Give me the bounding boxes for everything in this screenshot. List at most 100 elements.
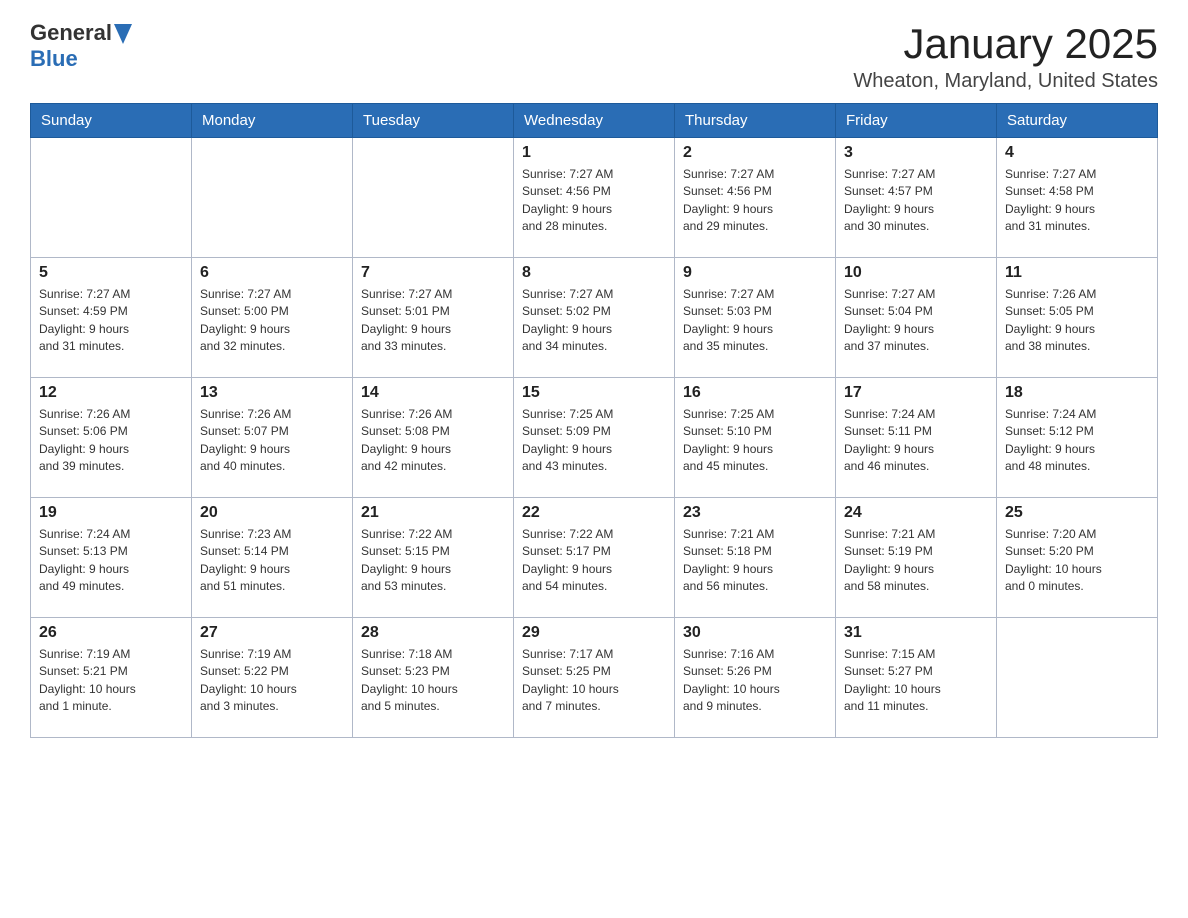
day-number: 5 (39, 264, 183, 282)
day-number: 7 (361, 264, 505, 282)
calendar-cell: 22 Sunrise: 7:22 AMSunset: 5:17 PMDayligh… (514, 498, 675, 618)
day-number: 17 (844, 384, 988, 402)
day-info: Sunrise: 7:23 AMSunset: 5:14 PMDaylight:… (200, 526, 344, 596)
calendar-cell: 29 Sunrise: 7:17 AMSunset: 5:25 PMDayligh… (514, 618, 675, 738)
calendar-cell: 17 Sunrise: 7:24 AMSunset: 5:11 PMDayligh… (836, 378, 997, 498)
day-info: Sunrise: 7:27 AMSunset: 4:56 PMDaylight:… (522, 166, 666, 236)
calendar-table: SundayMondayTuesdayWednesdayThursdayFrid… (30, 103, 1158, 738)
day-number: 11 (1005, 264, 1149, 282)
day-number: 1 (522, 144, 666, 162)
calendar-cell: 19 Sunrise: 7:24 AMSunset: 5:13 PMDayligh… (31, 498, 192, 618)
day-number: 29 (522, 624, 666, 642)
logo: General Blue (30, 20, 132, 72)
day-number: 10 (844, 264, 988, 282)
day-info: Sunrise: 7:20 AMSunset: 5:20 PMDaylight:… (1005, 526, 1149, 596)
calendar-cell: 1 Sunrise: 7:27 AMSunset: 4:56 PMDaylight… (514, 138, 675, 258)
day-number: 28 (361, 624, 505, 642)
calendar-cell: 28 Sunrise: 7:18 AMSunset: 5:23 PMDayligh… (353, 618, 514, 738)
logo-triangle-icon (114, 24, 132, 44)
day-number: 24 (844, 504, 988, 522)
page-header: General Blue January 2025 Wheaton, Maryl… (30, 20, 1158, 93)
weekday-header-friday: Friday (836, 104, 997, 138)
day-info: Sunrise: 7:24 AMSunset: 5:12 PMDaylight:… (1005, 406, 1149, 476)
calendar-cell: 24 Sunrise: 7:21 AMSunset: 5:19 PMDayligh… (836, 498, 997, 618)
week-row-3: 12 Sunrise: 7:26 AMSunset: 5:06 PMDayligh… (31, 378, 1158, 498)
day-info: Sunrise: 7:26 AMSunset: 5:05 PMDaylight:… (1005, 286, 1149, 356)
day-number: 30 (683, 624, 827, 642)
day-info: Sunrise: 7:27 AMSunset: 5:01 PMDaylight:… (361, 286, 505, 356)
calendar-cell: 27 Sunrise: 7:19 AMSunset: 5:22 PMDayligh… (192, 618, 353, 738)
day-info: Sunrise: 7:25 AMSunset: 5:09 PMDaylight:… (522, 406, 666, 476)
day-number: 15 (522, 384, 666, 402)
day-number: 8 (522, 264, 666, 282)
weekday-header-tuesday: Tuesday (353, 104, 514, 138)
day-info: Sunrise: 7:26 AMSunset: 5:06 PMDaylight:… (39, 406, 183, 476)
day-info: Sunrise: 7:24 AMSunset: 5:13 PMDaylight:… (39, 526, 183, 596)
day-number: 25 (1005, 504, 1149, 522)
calendar-cell: 18 Sunrise: 7:24 AMSunset: 5:12 PMDayligh… (997, 378, 1158, 498)
calendar-cell: 21Sunrise: 7:22 AMSunset: 5:15 PMDayligh… (353, 498, 514, 618)
calendar-cell (192, 138, 353, 258)
day-info: Sunrise: 7:27 AMSunset: 4:56 PMDaylight:… (683, 166, 827, 236)
day-number: 13 (200, 384, 344, 402)
weekday-header-sunday: Sunday (31, 104, 192, 138)
day-number: 4 (1005, 144, 1149, 162)
day-number: 22 (522, 504, 666, 522)
calendar-cell: 6 Sunrise: 7:27 AMSunset: 5:00 PMDaylight… (192, 258, 353, 378)
weekday-header-row: SundayMondayTuesdayWednesdayThursdayFrid… (31, 104, 1158, 138)
day-info: Sunrise: 7:26 AMSunset: 5:08 PMDaylight:… (361, 406, 505, 476)
calendar-cell: 26Sunrise: 7:19 AMSunset: 5:21 PMDayligh… (31, 618, 192, 738)
week-row-2: 5Sunrise: 7:27 AMSunset: 4:59 PMDaylight… (31, 258, 1158, 378)
calendar-cell: 3Sunrise: 7:27 AMSunset: 4:57 PMDaylight… (836, 138, 997, 258)
day-number: 12 (39, 384, 183, 402)
calendar-cell: 2 Sunrise: 7:27 AMSunset: 4:56 PMDaylight… (675, 138, 836, 258)
calendar-cell: 14 Sunrise: 7:26 AMSunset: 5:08 PMDayligh… (353, 378, 514, 498)
day-info: Sunrise: 7:22 AMSunset: 5:17 PMDaylight:… (522, 526, 666, 596)
day-number: 27 (200, 624, 344, 642)
day-info: Sunrise: 7:27 AMSunset: 5:00 PMDaylight:… (200, 286, 344, 356)
calendar-cell: 9Sunrise: 7:27 AMSunset: 5:03 PMDaylight… (675, 258, 836, 378)
day-number: 23 (683, 504, 827, 522)
day-info: Sunrise: 7:21 AMSunset: 5:19 PMDaylight:… (844, 526, 988, 596)
day-number: 6 (200, 264, 344, 282)
week-row-4: 19 Sunrise: 7:24 AMSunset: 5:13 PMDayligh… (31, 498, 1158, 618)
calendar-cell: 7 Sunrise: 7:27 AMSunset: 5:01 PMDaylight… (353, 258, 514, 378)
calendar-cell: 11 Sunrise: 7:26 AMSunset: 5:05 PMDayligh… (997, 258, 1158, 378)
logo-blue-text: Blue (30, 46, 78, 72)
weekday-header-wednesday: Wednesday (514, 104, 675, 138)
day-number: 19 (39, 504, 183, 522)
calendar-cell: 16 Sunrise: 7:25 AMSunset: 5:10 PMDayligh… (675, 378, 836, 498)
calendar-cell: 20 Sunrise: 7:23 AMSunset: 5:14 PMDayligh… (192, 498, 353, 618)
calendar-cell: 5Sunrise: 7:27 AMSunset: 4:59 PMDaylight… (31, 258, 192, 378)
weekday-header-saturday: Saturday (997, 104, 1158, 138)
day-number: 20 (200, 504, 344, 522)
day-number: 31 (844, 624, 988, 642)
weekday-header-thursday: Thursday (675, 104, 836, 138)
day-info: Sunrise: 7:24 AMSunset: 5:11 PMDaylight:… (844, 406, 988, 476)
day-info: Sunrise: 7:17 AMSunset: 5:25 PMDaylight:… (522, 646, 666, 716)
day-info: Sunrise: 7:27 AMSunset: 4:57 PMDaylight:… (844, 166, 988, 236)
day-info: Sunrise: 7:21 AMSunset: 5:18 PMDaylight:… (683, 526, 827, 596)
title-block: January 2025 Wheaton, Maryland, United S… (853, 20, 1158, 93)
day-info: Sunrise: 7:15 AMSunset: 5:27 PMDaylight:… (844, 646, 988, 716)
day-info: Sunrise: 7:25 AMSunset: 5:10 PMDaylight:… (683, 406, 827, 476)
location-title: Wheaton, Maryland, United States (853, 70, 1158, 93)
logo-general-text: General (30, 20, 112, 46)
calendar-cell: 8Sunrise: 7:27 AMSunset: 5:02 PMDaylight… (514, 258, 675, 378)
day-number: 16 (683, 384, 827, 402)
week-row-1: 1 Sunrise: 7:27 AMSunset: 4:56 PMDaylight… (31, 138, 1158, 258)
day-info: Sunrise: 7:19 AMSunset: 5:22 PMDaylight:… (200, 646, 344, 716)
day-info: Sunrise: 7:22 AMSunset: 5:15 PMDaylight:… (361, 526, 505, 596)
calendar-cell: 31 Sunrise: 7:15 AMSunset: 5:27 PMDayligh… (836, 618, 997, 738)
day-info: Sunrise: 7:18 AMSunset: 5:23 PMDaylight:… (361, 646, 505, 716)
calendar-cell: 30Sunrise: 7:16 AMSunset: 5:26 PMDayligh… (675, 618, 836, 738)
day-number: 26 (39, 624, 183, 642)
month-title: January 2025 (853, 20, 1158, 68)
day-number: 2 (683, 144, 827, 162)
day-number: 14 (361, 384, 505, 402)
day-number: 18 (1005, 384, 1149, 402)
calendar-cell: 15 Sunrise: 7:25 AMSunset: 5:09 PMDayligh… (514, 378, 675, 498)
day-info: Sunrise: 7:27 AMSunset: 5:04 PMDaylight:… (844, 286, 988, 356)
week-row-5: 26Sunrise: 7:19 AMSunset: 5:21 PMDayligh… (31, 618, 1158, 738)
calendar-cell: 10 Sunrise: 7:27 AMSunset: 5:04 PMDayligh… (836, 258, 997, 378)
